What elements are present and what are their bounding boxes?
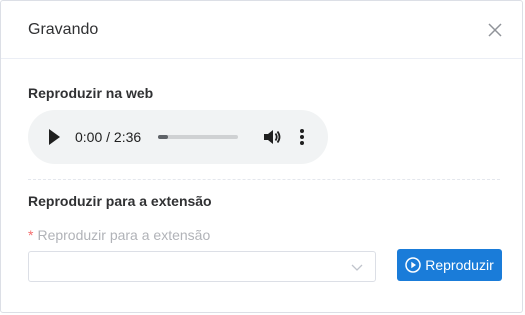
chevron-down-icon — [351, 264, 363, 271]
seek-bar[interactable] — [158, 135, 238, 139]
play-icon[interactable] — [47, 128, 61, 146]
play-extension-button[interactable]: Reproduzir — [397, 249, 502, 281]
seek-bar-progress — [158, 135, 168, 139]
playback-time: 0:00 / 2:36 — [75, 129, 142, 145]
dialog-header: Gravando — [1, 1, 522, 59]
audio-player: 0:00 / 2:36 — [28, 110, 328, 164]
close-icon[interactable] — [486, 21, 504, 39]
play-circle-icon — [405, 257, 421, 273]
play-extension-button-label: Reproduzir — [425, 257, 494, 273]
recording-dialog: Gravando Reproduzir na web 0:00 / 2:36 R… — [0, 0, 523, 313]
volume-icon[interactable] — [262, 127, 282, 147]
extension-section-title: Reproduzir para a extensão — [28, 193, 212, 209]
section-divider — [28, 179, 500, 180]
extension-field-label: * Reproduzir para a extensão — [28, 227, 210, 243]
dialog-title: Gravando — [28, 21, 99, 38]
extension-select[interactable] — [28, 251, 376, 282]
more-vertical-icon[interactable] — [296, 127, 308, 147]
web-section-title: Reproduzir na web — [28, 85, 154, 101]
required-mark: * — [28, 227, 34, 243]
extension-field-label-text: Reproduzir para a extensão — [37, 227, 211, 243]
